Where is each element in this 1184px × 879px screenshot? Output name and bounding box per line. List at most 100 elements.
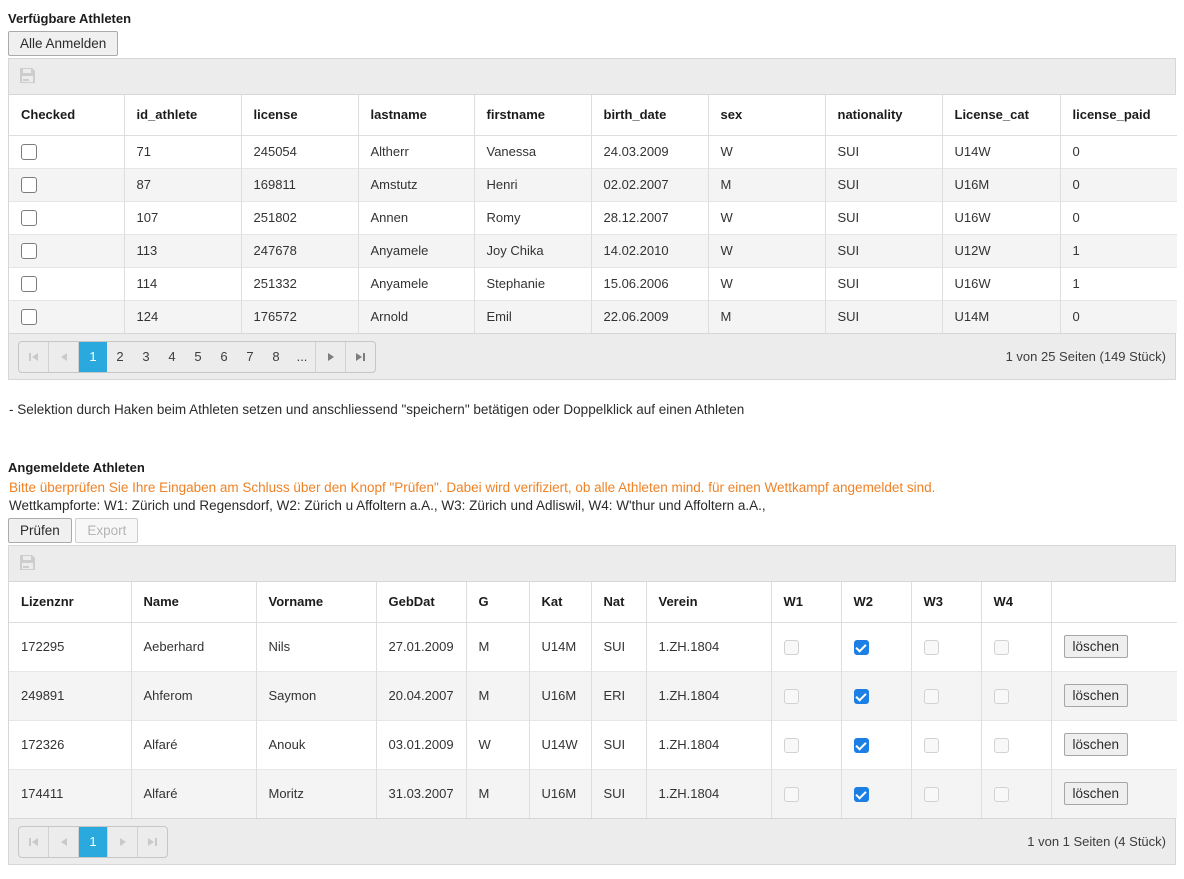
td-sex: W: [708, 267, 825, 300]
col-lizenznr-header: Lizenznr: [9, 582, 131, 622]
check-button[interactable]: Prüfen: [8, 518, 72, 543]
w2-checkbox[interactable]: [854, 640, 869, 655]
td-birth-date: 14.02.2010: [591, 234, 708, 267]
w2-checkbox[interactable]: [854, 787, 869, 802]
w2-checkbox[interactable]: [854, 738, 869, 753]
td-license: 245054: [241, 135, 358, 168]
col-birth-date-header: birth_date: [591, 95, 708, 135]
save-icon[interactable]: [19, 67, 36, 87]
col-verein-header: Verein: [646, 582, 771, 622]
td-kat: U16M: [529, 769, 591, 818]
pager-page-button[interactable]: 6: [211, 342, 237, 372]
col-g-header: G: [466, 582, 529, 622]
w1-checkbox[interactable]: [784, 738, 799, 753]
td-sex: W: [708, 201, 825, 234]
pager-page-button[interactable]: 3: [133, 342, 159, 372]
table-row[interactable]: 113 247678 Anyamele Joy Chika 14.02.2010…: [9, 234, 1177, 267]
table-row[interactable]: 71 245054 Altherr Vanessa 24.03.2009 W S…: [9, 135, 1177, 168]
td-license-cat: U16W: [942, 201, 1060, 234]
save-icon[interactable]: [19, 554, 36, 574]
table-row[interactable]: 172326 Alfaré Anouk 03.01.2009 W U14W SU…: [9, 720, 1177, 769]
table-row[interactable]: 174411 Alfaré Moritz 31.03.2007 M U16M S…: [9, 769, 1177, 818]
td-license-paid: 0: [1060, 135, 1177, 168]
w1-checkbox[interactable]: [784, 689, 799, 704]
table-row[interactable]: 114 251332 Anyamele Stephanie 15.06.2006…: [9, 267, 1177, 300]
pager-first-button[interactable]: [19, 827, 49, 857]
pager-prev-button[interactable]: [49, 342, 79, 372]
pager-next-button[interactable]: [315, 342, 345, 372]
td-kat: U14M: [529, 622, 591, 671]
row-select-checkbox[interactable]: [21, 309, 37, 325]
col-vorname-header: Vorname: [256, 582, 376, 622]
td-license: 176572: [241, 300, 358, 333]
w1-checkbox[interactable]: [784, 640, 799, 655]
td-verein: 1.ZH.1804: [646, 769, 771, 818]
pager-last-button[interactable]: [137, 827, 167, 857]
td-id-athlete: 87: [124, 168, 241, 201]
w4-checkbox[interactable]: [994, 787, 1009, 802]
pager-page-button[interactable]: 1: [79, 827, 107, 857]
td-birth-date: 28.12.2007: [591, 201, 708, 234]
pager-info: 1 von 25 Seiten (149 Stück): [1006, 349, 1166, 364]
col-nat-header: Nat: [591, 582, 646, 622]
td-license-paid: 0: [1060, 201, 1177, 234]
td-vorname: Moritz: [256, 769, 376, 818]
td-gebdat: 27.01.2009: [376, 622, 466, 671]
pager-first-button[interactable]: [19, 342, 49, 372]
pager-page-button[interactable]: 7: [237, 342, 263, 372]
delete-button[interactable]: löschen: [1064, 733, 1129, 756]
col-w3-header: W3: [911, 582, 981, 622]
table-row[interactable]: 124 176572 Arnold Emil 22.06.2009 M SUI …: [9, 300, 1177, 333]
w3-checkbox[interactable]: [924, 689, 939, 704]
row-select-checkbox[interactable]: [21, 144, 37, 160]
table-row[interactable]: 249891 Ahferom Saymon 20.04.2007 M U16M …: [9, 671, 1177, 720]
delete-button[interactable]: löschen: [1064, 684, 1129, 707]
table-row[interactable]: 107 251802 Annen Romy 28.12.2007 W SUI U…: [9, 201, 1177, 234]
td-name: Ahferom: [131, 671, 256, 720]
delete-button[interactable]: löschen: [1064, 635, 1129, 658]
td-lizenznr: 172295: [9, 622, 131, 671]
pager-prev-button[interactable]: [49, 827, 79, 857]
td-id-athlete: 71: [124, 135, 241, 168]
td-license-cat: U16W: [942, 267, 1060, 300]
row-select-checkbox[interactable]: [21, 177, 37, 193]
pager-page-button[interactable]: 2: [107, 342, 133, 372]
td-nat: ERI: [591, 671, 646, 720]
register-all-button[interactable]: Alle Anmelden: [8, 31, 118, 56]
td-license-cat: U14M: [942, 300, 1060, 333]
export-button[interactable]: Export: [75, 518, 138, 543]
td-firstname: Henri: [474, 168, 591, 201]
col-checked-header: Checked: [9, 95, 124, 135]
col-id-athlete-header: id_athlete: [124, 95, 241, 135]
table-row[interactable]: 87 169811 Amstutz Henri 02.02.2007 M SUI…: [9, 168, 1177, 201]
pager-page-button[interactable]: 1: [79, 342, 107, 372]
td-lizenznr: 249891: [9, 671, 131, 720]
pager-next-button[interactable]: [107, 827, 137, 857]
pager-last-button[interactable]: [345, 342, 375, 372]
w4-checkbox[interactable]: [994, 738, 1009, 753]
row-select-checkbox[interactable]: [21, 276, 37, 292]
w3-checkbox[interactable]: [924, 787, 939, 802]
col-firstname-header: firstname: [474, 95, 591, 135]
w4-checkbox[interactable]: [994, 689, 1009, 704]
pager-page-button[interactable]: 5: [185, 342, 211, 372]
w1-checkbox[interactable]: [784, 787, 799, 802]
table-row[interactable]: 172295 Aeberhard Nils 27.01.2009 M U14M …: [9, 622, 1177, 671]
pager-info: 1 von 1 Seiten (4 Stück): [1027, 834, 1166, 849]
pager-more-pages-button[interactable]: ...: [289, 342, 315, 372]
w3-checkbox[interactable]: [924, 738, 939, 753]
td-lastname: Anyamele: [358, 267, 474, 300]
row-select-checkbox[interactable]: [21, 210, 37, 226]
w4-checkbox[interactable]: [994, 640, 1009, 655]
w2-checkbox[interactable]: [854, 689, 869, 704]
pager-page-button[interactable]: 4: [159, 342, 185, 372]
w3-checkbox[interactable]: [924, 640, 939, 655]
row-select-checkbox[interactable]: [21, 243, 37, 259]
td-birth-date: 02.02.2007: [591, 168, 708, 201]
td-license: 169811: [241, 168, 358, 201]
pager-page-button[interactable]: 8: [263, 342, 289, 372]
registered-grid-toolbar: [9, 546, 1175, 582]
td-nat: SUI: [591, 622, 646, 671]
delete-button[interactable]: löschen: [1064, 782, 1129, 805]
td-gebdat: 03.01.2009: [376, 720, 466, 769]
